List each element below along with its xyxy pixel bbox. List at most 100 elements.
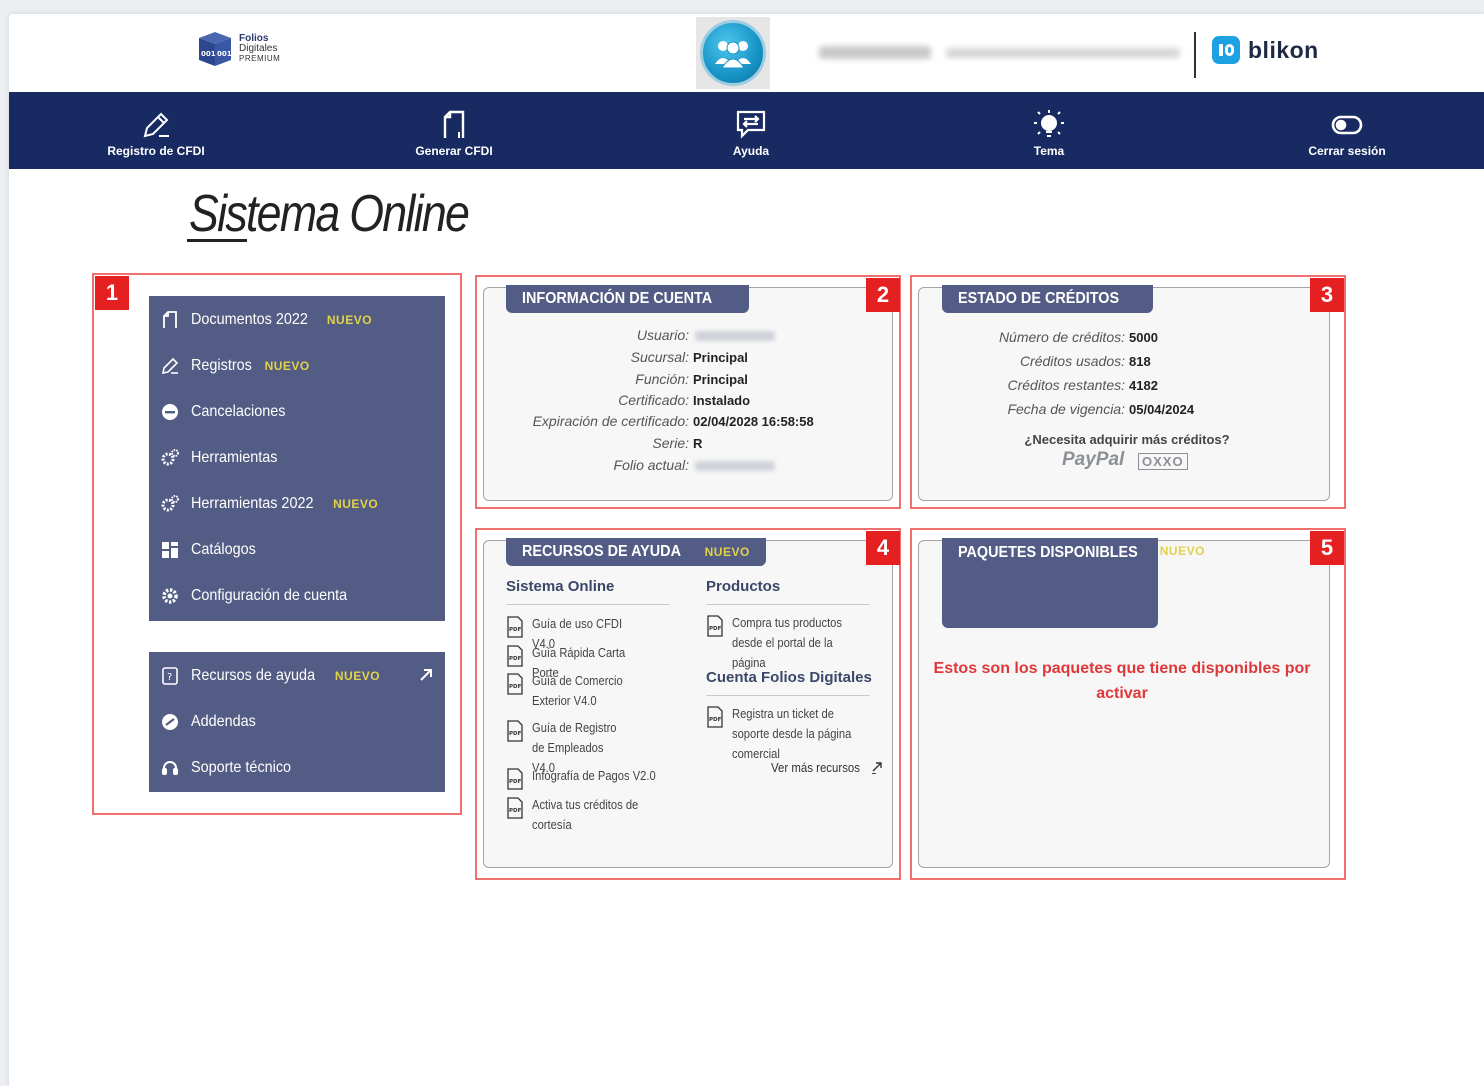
recursos-productos-head: Productos (706, 578, 781, 595)
menu-catalogos[interactable]: Catálogos (149, 527, 445, 573)
svg-text:PDF: PDF (509, 731, 522, 737)
title-underline (187, 239, 247, 242)
blikon-icon (1212, 36, 1240, 64)
pdf-icon: PDF (707, 615, 723, 637)
main-menu: Documentos 2022 NUEVO Registros NUEVO Canc… (149, 296, 445, 621)
page-title: Sistema Online (189, 185, 470, 243)
bulb-icon (1034, 109, 1064, 137)
folios-digitales-logo[interactable]: 001 001 Folios Digitales PREMIUM (195, 30, 280, 68)
svg-text:PDF: PDF (509, 656, 522, 662)
folios-box-icon: 001 001 (195, 30, 235, 68)
recurso-ticket-soporte[interactable]: PDF Registra un ticket de soporte desde … (706, 704, 881, 764)
svg-text:PDF: PDF (709, 626, 722, 632)
pdf-icon: PDF (507, 768, 523, 790)
svg-text:?: ? (167, 672, 172, 683)
recurso-infografia-pagos[interactable]: PDF Infografía de Pagos V2.0 (506, 766, 676, 790)
usuario-redacted (695, 331, 775, 342)
nav-registro-cfdi[interactable]: Registro de CFDI (76, 92, 236, 169)
toggle-icon (1331, 115, 1363, 134)
cuenta-row-usuario: Usuario: (497, 327, 775, 343)
gears-icon (161, 495, 179, 513)
app-window: 001 001 Folios Digitales PREMIUM blikon … (9, 14, 1484, 1086)
pdf-icon: PDF (707, 706, 723, 728)
menu-panel: 1 Documentos 2022 NUEVO Registros NUEVO Ca… (92, 273, 462, 815)
menu-cancelaciones[interactable]: Cancelaciones (149, 389, 445, 435)
help-doc-icon: ? (161, 667, 179, 685)
minus-circle-icon (161, 403, 179, 421)
cuenta-row-sucursal: Sucursal: Principal (630, 349, 748, 365)
menu-documentos-2022[interactable]: Documentos 2022 NUEVO (149, 297, 445, 343)
blikon-logo[interactable]: blikon (1212, 36, 1319, 64)
svg-text:PDF: PDF (709, 717, 722, 723)
cuenta-row-certificado: Certificado: Instalado (618, 392, 751, 408)
nav-generar-cfdi[interactable]: Generar CFDI (374, 92, 534, 169)
recursos-title: RECURSOS DE AYUDA NUEVO (506, 538, 766, 566)
svg-text:PDF: PDF (509, 808, 522, 814)
cuenta-panel: INFORMACIÓN DE CUENTA 2 Usuario: Sucursa… (475, 275, 901, 509)
menu-recursos-ayuda[interactable]: ? Recursos de ayuda NUEVO (149, 653, 445, 699)
creditos-question: ¿Necesita adquirir más créditos? (1024, 432, 1230, 447)
creditos-panel: ESTADO DE CRÉDITOS 3 Número de créditos:… (910, 275, 1346, 509)
user-avatar[interactable] (696, 17, 770, 89)
pencil-icon (143, 112, 169, 137)
creditos-row-numero: Número de créditos: 5000 (998, 329, 1158, 345)
external-link-icon (419, 668, 433, 687)
oxxo-button[interactable]: OXXO (1138, 453, 1188, 470)
recursos-sistema-online-head: Sistema Online (506, 578, 615, 595)
cuenta-row-funcion: Función: Principal (635, 371, 748, 387)
main-nav: Registro de CFDI Generar CFDI Ayuda Tema (9, 92, 1484, 169)
blikon-text: blikon (1248, 36, 1319, 63)
gear-icon (161, 587, 179, 605)
svg-text:PDF: PDF (509, 684, 522, 690)
nav-tema[interactable]: Tema (969, 92, 1129, 169)
paypal-button[interactable]: PayPal (1062, 449, 1124, 471)
svg-text:PDF: PDF (509, 627, 522, 633)
badge-1: 1 (95, 276, 129, 310)
pdf-icon: PDF (507, 645, 523, 667)
svg-text:PDF: PDF (509, 779, 522, 785)
grid-icon (161, 541, 179, 559)
header-divider (1194, 32, 1196, 78)
cuenta-row-serie: Serie: R (652, 435, 703, 451)
recurso-compra-productos[interactable]: PDF Compra tus productos desde el portal… (706, 613, 881, 673)
logo-line2: Digitales (239, 43, 278, 54)
menu-herramientas-2022[interactable]: Herramientas 2022 NUEVO (149, 481, 445, 527)
badge-4: 4 (866, 531, 900, 565)
creditos-row-usados: Créditos usados: 818 (1019, 353, 1151, 369)
chat-icon (736, 110, 766, 139)
paquetes-title: PAQUETES DISPONIBLES NUEVO (942, 538, 1204, 628)
recursos-panel: RECURSOS DE AYUDA NUEVO 4 Sistema Online … (475, 528, 901, 880)
cuenta-row-folio: Folio actual: (497, 457, 775, 473)
menu-registros[interactable]: Registros NUEVO (149, 343, 445, 389)
headset-icon (161, 759, 179, 777)
pencil-icon (161, 357, 179, 375)
svg-text:001: 001 (201, 50, 216, 58)
users-group-icon (700, 20, 766, 86)
badge-5: 5 (1310, 531, 1344, 565)
paquetes-message: Estos son los paquetes que tiene disponi… (933, 660, 1311, 702)
pdf-icon: PDF (507, 673, 523, 695)
creditos-title: ESTADO DE CRÉDITOS (942, 285, 1153, 313)
document-icon (161, 311, 179, 329)
nav-ayuda[interactable]: Ayuda (671, 92, 831, 169)
cuenta-title: INFORMACIÓN DE CUENTA (506, 285, 750, 313)
pdf-icon: PDF (507, 616, 523, 638)
creditos-row-vigencia: Fecha de vigencia: 05/04/2024 (1007, 401, 1195, 417)
recurso-comercio-exterior[interactable]: PDF Guía de Comercio Exterior V4.0 (506, 671, 656, 711)
ver-mas-recursos-link[interactable]: Ver más recursos (771, 760, 882, 775)
logo-line3: PREMIUM (239, 54, 281, 63)
badge-2: 2 (866, 278, 900, 312)
pdf-icon: PDF (507, 797, 523, 819)
menu-configuracion[interactable]: Configuración de cuenta (149, 573, 445, 619)
menu-soporte-tecnico[interactable]: Soporte técnico (149, 745, 445, 791)
slash-circle-icon (161, 713, 179, 731)
secondary-menu: ? Recursos de ayuda NUEVO Addendas Soport… (149, 652, 445, 792)
top-header: 001 001 Folios Digitales PREMIUM blikon (9, 14, 1484, 92)
recurso-creditos-cortesia[interactable]: PDF Activa tus créditos de cortesía (506, 795, 656, 835)
nav-cerrar-sesion[interactable]: Cerrar sesión (1267, 92, 1427, 169)
pdf-icon: PDF (507, 720, 523, 742)
menu-addendas[interactable]: Addendas (149, 699, 445, 745)
folio-redacted (695, 461, 775, 472)
menu-herramientas[interactable]: Herramientas (149, 435, 445, 481)
recursos-cuenta-head: Cuenta Folios Digitales (706, 669, 872, 686)
